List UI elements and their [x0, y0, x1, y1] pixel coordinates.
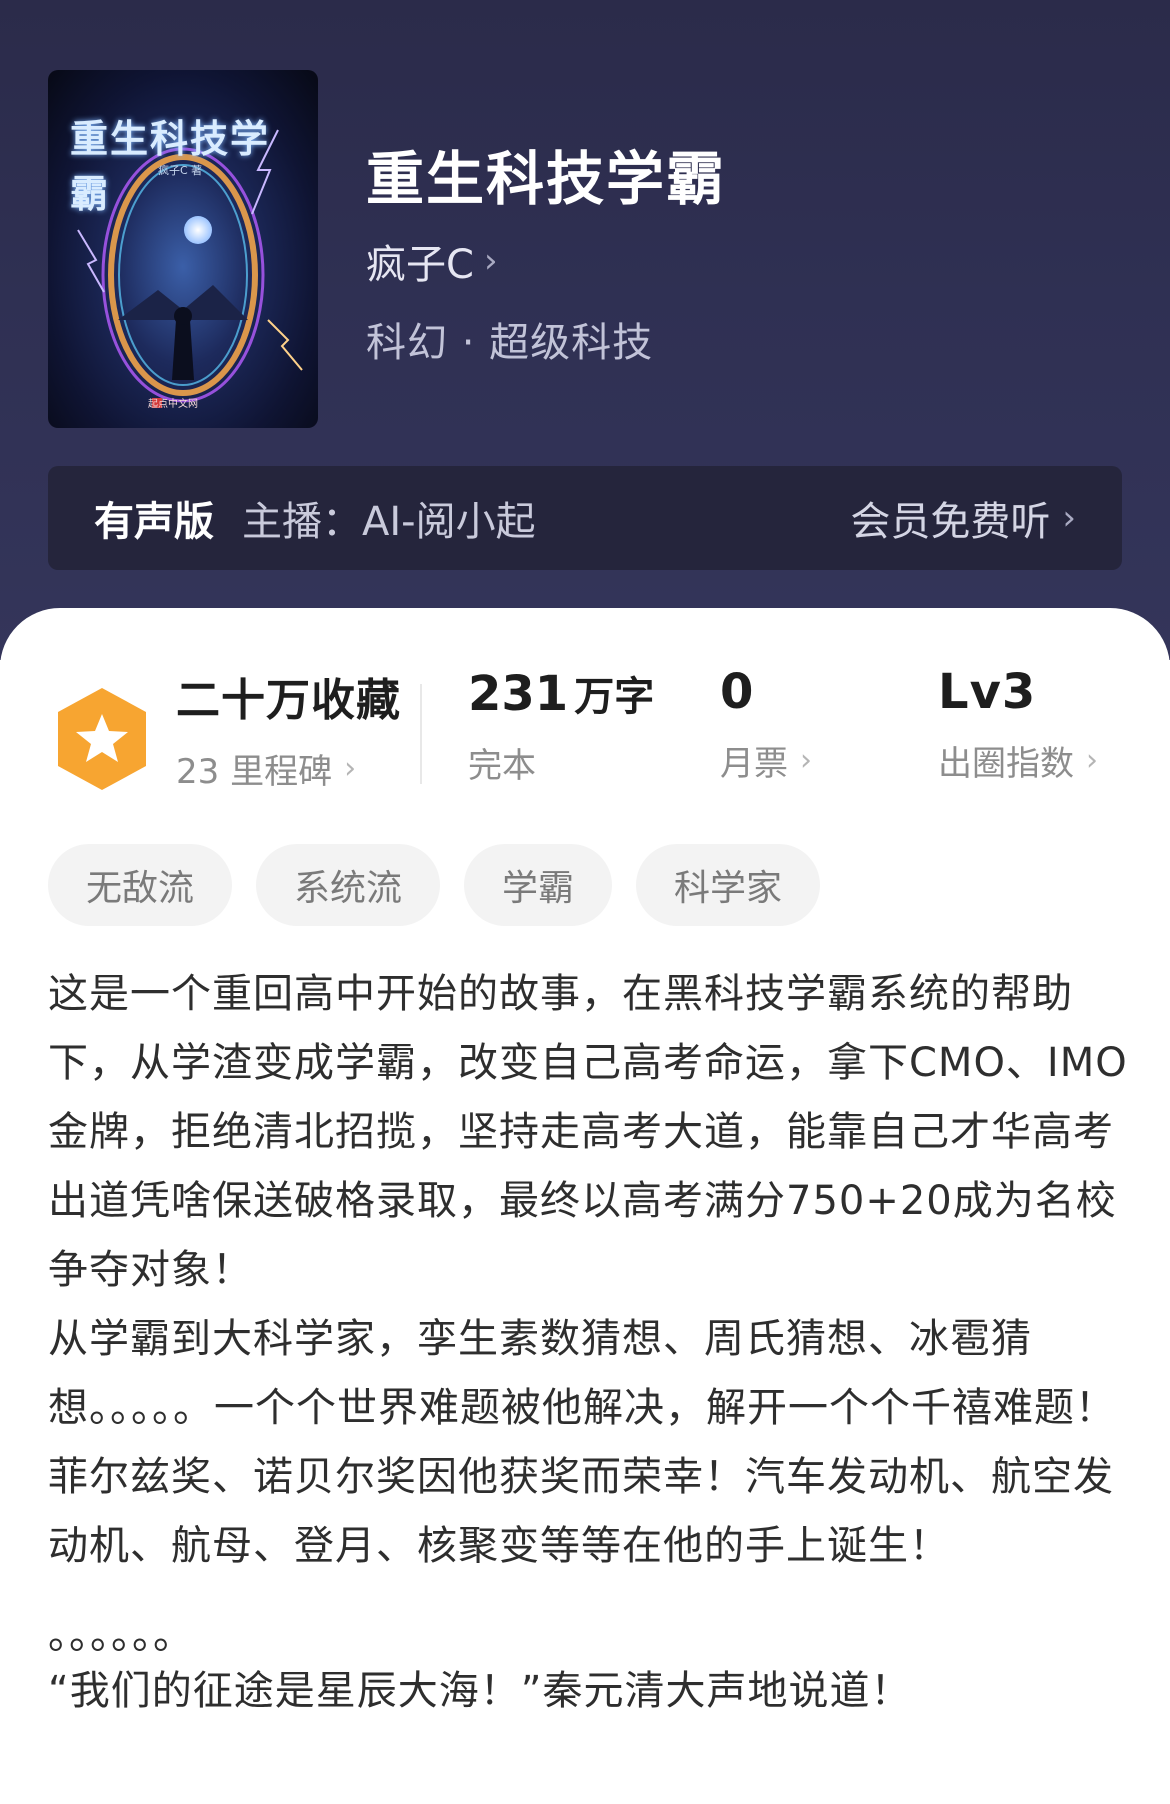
cover-publisher: 起点中文网: [148, 399, 198, 410]
member-listen-link[interactable]: 会员免费听 ›: [850, 489, 1076, 547]
word-count-number: 231: [468, 666, 569, 722]
description-paragraph: “我们的征途是星辰大海！”秦元清大声地说道！: [48, 1668, 912, 1714]
popularity-stat[interactable]: Lv3 出圈指数 ›: [938, 664, 1098, 785]
chevron-right-icon: ›: [483, 241, 498, 281]
book-title: 重生科技学霸: [366, 145, 727, 213]
monthly-votes-count: 0: [720, 664, 755, 720]
description-paragraph: 。。。。。。: [48, 1612, 194, 1658]
favorites-stat[interactable]: 二十万收藏 23 里程碑 ›: [176, 664, 401, 793]
word-count-unit: 万字: [574, 674, 655, 720]
tag-chip[interactable]: 系统流: [256, 844, 441, 926]
chevron-right-icon: ›: [344, 751, 357, 786]
status-label: 完本: [468, 746, 536, 786]
audio-version-bar[interactable]: 有声版 主播：AI-阅小起 会员免费听 ›: [48, 466, 1122, 570]
star-badge-icon: [58, 688, 146, 790]
monthly-votes-label: 月票: [720, 744, 788, 784]
monthly-votes-stat[interactable]: 0 月票 ›: [720, 664, 812, 785]
chevron-right-icon: ›: [1062, 498, 1076, 538]
stats-divider: [420, 684, 422, 784]
tag-list: 无敌流 系统流 学霸 科学家: [48, 844, 821, 926]
stats-row: 二十万收藏 23 里程碑 › 231 万字 完本 0 月票 › Lv3 出圈指数 …: [0, 664, 1170, 792]
book-header: 重生科技学霸 疯子C 著 起点中文网 重生科技学霸 疯子C › 科幻 · 超级科…: [0, 0, 1170, 660]
description-paragraph: 这是一个重回高中开始的故事，在黑科技学霸系统的帮助下，从学渣变成学霸，改变自己高…: [48, 971, 1128, 1293]
word-count-stat: 231 万字 完本: [468, 664, 654, 787]
chevron-right-icon: ›: [800, 743, 812, 778]
cover-author: 疯子C 著: [158, 164, 203, 177]
popularity-label: 出圈指数: [938, 744, 1074, 784]
milestones-label: 23 里程碑: [176, 752, 333, 792]
audio-label: 有声版: [94, 499, 214, 545]
description-paragraph: 从学霸到大科学家，孪生素数猜想、周氏猜想、冰雹猜想。。。。。一个个世界难题被他解…: [48, 1316, 1116, 1569]
chevron-right-icon: ›: [1086, 743, 1098, 778]
author-name: 疯子C: [366, 242, 474, 288]
author-link[interactable]: 疯子C ›: [366, 232, 498, 290]
popularity-level: Lv3: [938, 664, 1037, 720]
book-cover[interactable]: 重生科技学霸 疯子C 著 起点中文网: [48, 70, 318, 428]
favorites-count: 二十万收藏: [176, 675, 401, 726]
genre-label: 科幻 · 超级科技: [366, 320, 654, 366]
book-description: 这是一个重回高中开始的故事，在黑科技学霸系统的帮助下，从学渣变成学霸，改变自己高…: [48, 960, 1128, 1726]
book-info-card: 二十万收藏 23 里程碑 › 231 万字 完本 0 月票 › Lv3 出圈指数 …: [0, 608, 1170, 1804]
tag-chip[interactable]: 学霸: [464, 844, 613, 926]
member-listen-label: 会员免费听: [850, 499, 1051, 545]
tag-chip[interactable]: 科学家: [636, 844, 821, 926]
audio-host: 主播：AI-阅小起: [242, 499, 536, 545]
tag-chip[interactable]: 无敌流: [48, 844, 233, 926]
